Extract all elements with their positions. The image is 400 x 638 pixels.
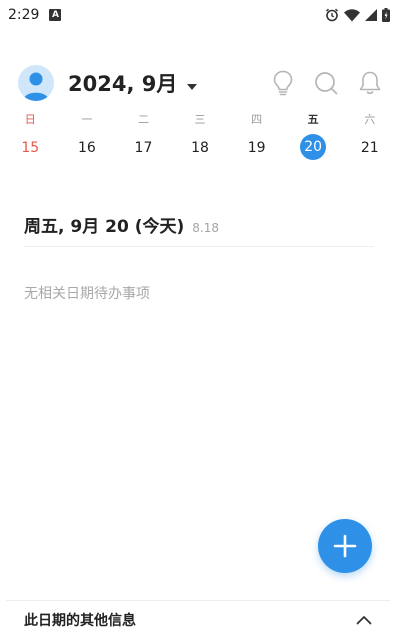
weekday-row: 日 一 二 三 四 五 六: [0, 110, 400, 130]
divider: [24, 246, 374, 247]
wifi-icon: [344, 8, 360, 22]
status-time: 2:29: [8, 7, 40, 23]
month-selector[interactable]: 2024, 9月: [68, 68, 198, 98]
caret-down-icon: [187, 71, 198, 95]
calendar-header: 2024, 9月: [0, 55, 400, 110]
month-title: 2024, 9月: [68, 71, 178, 96]
app-notification-icon: A: [49, 9, 62, 21]
today-marker: 20: [300, 134, 327, 160]
battery-icon: [382, 8, 390, 22]
lightbulb-icon[interactable]: [272, 70, 294, 96]
other-info-title: 此日期的其他信息: [24, 612, 136, 629]
week-days-row: 15 16 17 18 19 20 21: [0, 134, 400, 162]
weekday-label-sun: 日: [24, 113, 36, 126]
avatar[interactable]: [18, 64, 54, 101]
cell-signal-icon: [365, 9, 377, 21]
day-cell[interactable]: 15: [2, 134, 59, 162]
status-bar: 2:29 A: [0, 0, 400, 30]
day-cell[interactable]: 21: [341, 134, 398, 162]
weekday-label-tue: 二: [137, 113, 149, 126]
other-info-sheet[interactable]: 此日期的其他信息: [6, 600, 390, 638]
selected-date-heading: 周五, 9月 20 (今天) 8.18: [24, 212, 219, 237]
weekday-label-thu: 四: [251, 113, 263, 126]
selected-date-title: 周五, 9月 20 (今天): [24, 217, 185, 237]
day-cell[interactable]: 17: [115, 134, 172, 162]
weekday-label-sat: 六: [364, 113, 376, 126]
day-cell[interactable]: 19: [228, 134, 285, 162]
bell-icon[interactable]: [358, 70, 382, 96]
weekday-label-mon: 一: [81, 113, 93, 126]
user-icon: [23, 72, 49, 101]
day-cell[interactable]: 16: [59, 134, 116, 162]
header-actions: [272, 70, 382, 96]
status-icons: [325, 8, 390, 22]
lunar-date: 8.18: [192, 221, 219, 235]
weekday-label-wed: 三: [194, 113, 206, 126]
chevron-up-icon[interactable]: [356, 615, 372, 625]
add-todo-button[interactable]: [318, 519, 372, 573]
day-cell[interactable]: 18: [172, 134, 229, 162]
search-icon[interactable]: [314, 71, 338, 95]
empty-todo-message: 无相关日期待办事项: [24, 286, 150, 302]
day-cell-selected[interactable]: 20: [285, 134, 342, 162]
plus-icon: [333, 534, 357, 558]
weekday-label-fri: 五: [307, 113, 319, 126]
alarm-icon: [325, 8, 339, 22]
